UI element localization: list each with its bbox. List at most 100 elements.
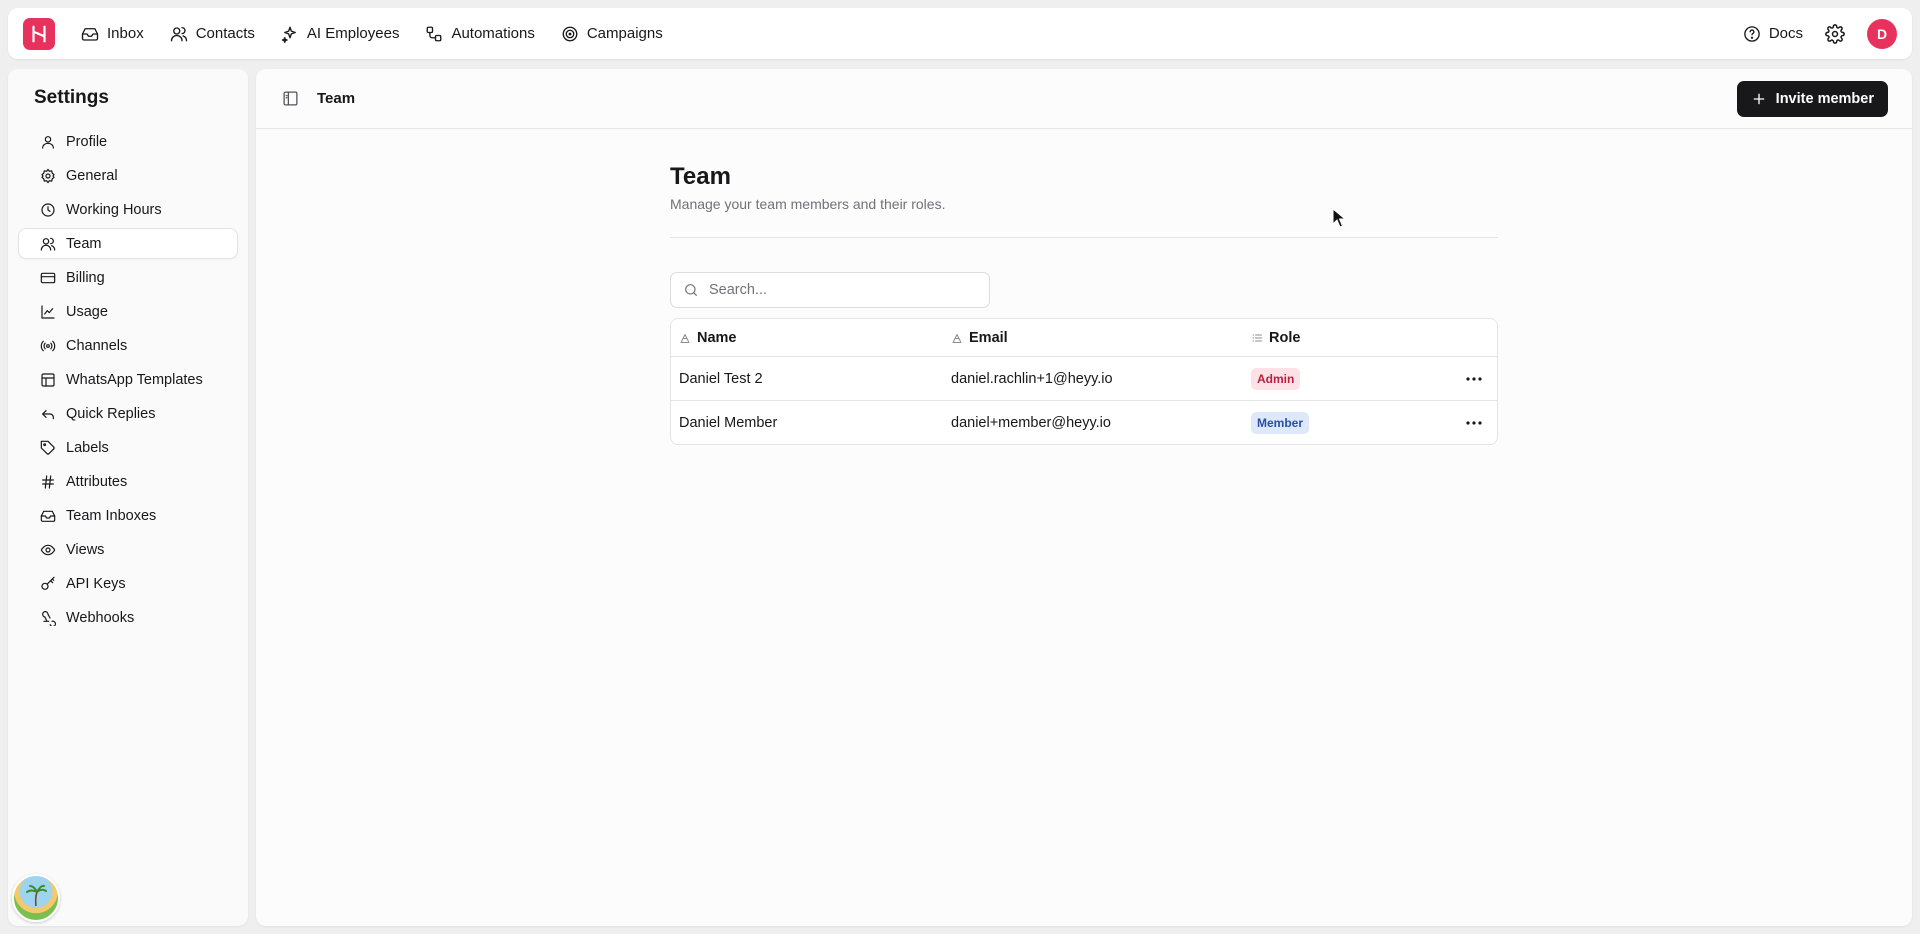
sidebar-item-label: API Keys bbox=[66, 575, 126, 592]
sidebar-item-channels[interactable]: Channels bbox=[18, 330, 238, 361]
main-panel: Team Invite member Team Manage your team… bbox=[256, 69, 1912, 926]
nav-automations-label: Automations bbox=[451, 25, 535, 42]
sidebar-item-whatsapp-templates[interactable]: WhatsApp Templates bbox=[18, 364, 238, 395]
inbox-icon bbox=[81, 27, 99, 41]
member-name: Daniel Member bbox=[679, 414, 778, 431]
sidebar-item-label: WhatsApp Templates bbox=[66, 371, 203, 388]
logo-icon bbox=[32, 25, 46, 42]
sidebar-item-api-keys[interactable]: API Keys bbox=[18, 568, 238, 599]
docs-link[interactable]: Docs bbox=[1743, 25, 1803, 43]
nav-ai-employees[interactable]: AI Employees bbox=[281, 25, 400, 43]
sidebar-item-webhooks[interactable]: Webhooks bbox=[18, 602, 238, 633]
main-nav: Inbox Contacts AI Employees Automations … bbox=[81, 25, 663, 43]
role-badge: Member bbox=[1251, 411, 1310, 434]
nav-campaigns[interactable]: Campaigns bbox=[561, 25, 663, 43]
plus-icon bbox=[1753, 93, 1765, 104]
key-icon bbox=[41, 576, 55, 590]
sidebar-item-label: Quick Replies bbox=[66, 405, 156, 422]
app-logo[interactable] bbox=[23, 17, 55, 50]
sparkles-icon bbox=[281, 26, 296, 43]
help-circle-icon bbox=[1744, 25, 1760, 42]
column-header-role[interactable]: Role bbox=[1251, 330, 1451, 346]
eye-icon bbox=[40, 544, 56, 555]
users-icon bbox=[40, 237, 56, 251]
sidebar-item-working-hours[interactable]: Working Hours bbox=[18, 194, 238, 225]
tag-icon bbox=[40, 440, 55, 455]
clock-icon bbox=[41, 202, 55, 217]
sidebar-item-label: Working Hours bbox=[66, 201, 162, 218]
sidebar-item-views[interactable]: Views bbox=[18, 534, 238, 565]
workspace-avatar[interactable] bbox=[12, 874, 60, 922]
column-header-email[interactable]: Email bbox=[951, 330, 1251, 346]
breadcrumb: Team bbox=[317, 90, 356, 107]
target-icon bbox=[562, 26, 578, 41]
team-table: Name Email Role Daniel Test 2 daniel.rac… bbox=[670, 318, 1498, 445]
sidebar-item-usage[interactable]: Usage bbox=[18, 296, 238, 327]
template-icon bbox=[41, 372, 55, 387]
more-actions-button[interactable] bbox=[1463, 412, 1485, 434]
nav-inbox-label: Inbox bbox=[107, 25, 144, 42]
sidebar-item-label: Labels bbox=[66, 439, 109, 456]
text-type-icon bbox=[952, 333, 962, 343]
member-name: Daniel Test 2 bbox=[679, 370, 763, 387]
workflow-icon bbox=[427, 26, 442, 41]
top-navbar: Inbox Contacts AI Employees Automations … bbox=[8, 8, 1912, 59]
member-email: daniel.rachlin+1@heyy.io bbox=[951, 370, 1113, 387]
docs-label: Docs bbox=[1768, 25, 1803, 42]
search-box[interactable] bbox=[670, 272, 990, 308]
credit-card-icon bbox=[40, 272, 56, 283]
sidebar-item-profile[interactable]: Profile bbox=[18, 126, 238, 157]
table-header: Name Email Role bbox=[671, 319, 1497, 356]
sidebar-item-team[interactable]: Team bbox=[18, 228, 238, 259]
more-actions-button[interactable] bbox=[1463, 368, 1485, 390]
role-badge: Admin bbox=[1251, 367, 1301, 390]
mouse-cursor-icon bbox=[1332, 208, 1346, 228]
sidebar-item-label: Attributes bbox=[66, 473, 128, 490]
nav-contacts[interactable]: Contacts bbox=[170, 25, 255, 43]
main-header: Team Invite member bbox=[256, 69, 1912, 129]
inbox-icon bbox=[40, 510, 56, 522]
island-icon bbox=[26, 884, 47, 907]
column-role-label: Role bbox=[1269, 329, 1301, 346]
broadcast-icon bbox=[40, 340, 56, 351]
sidebar-item-label: Billing bbox=[66, 269, 105, 286]
table-row[interactable]: Daniel Test 2 daniel.rachlin+1@heyy.io A… bbox=[671, 356, 1497, 400]
sidebar-item-label: Views bbox=[66, 541, 105, 558]
page-title: Team bbox=[670, 163, 731, 190]
gear-icon bbox=[41, 168, 55, 183]
invite-member-button[interactable]: Invite member bbox=[1736, 80, 1888, 117]
users-icon bbox=[170, 26, 187, 41]
gear-icon[interactable] bbox=[1825, 23, 1845, 44]
sidebar-toggle-icon[interactable] bbox=[282, 90, 299, 107]
column-name-label: Name bbox=[697, 329, 737, 346]
hash-icon bbox=[42, 474, 54, 489]
member-role-cell: Admin bbox=[1251, 367, 1451, 390]
nav-contacts-label: Contacts bbox=[195, 25, 255, 42]
sidebar-item-labels[interactable]: Labels bbox=[18, 432, 238, 463]
user-avatar[interactable]: D bbox=[1867, 18, 1897, 49]
column-email-label: Email bbox=[969, 329, 1008, 346]
sidebar-item-label: Webhooks bbox=[66, 609, 135, 626]
sidebar-item-label: Profile bbox=[66, 133, 108, 150]
sidebar-item-label: Usage bbox=[66, 303, 108, 320]
nav-automations[interactable]: Automations bbox=[425, 25, 535, 43]
sidebar-item-attributes[interactable]: Attributes bbox=[18, 466, 238, 497]
user-icon bbox=[42, 135, 54, 149]
column-header-name[interactable]: Name bbox=[671, 330, 951, 346]
sidebar-item-general[interactable]: General bbox=[18, 160, 238, 191]
sidebar-item-label: Team bbox=[66, 235, 102, 252]
nav-inbox[interactable]: Inbox bbox=[81, 25, 144, 43]
invite-member-label: Invite member bbox=[1775, 90, 1874, 107]
search-icon bbox=[685, 284, 697, 296]
sidebar-item-billing[interactable]: Billing bbox=[18, 262, 238, 293]
sidebar-item-label: Team Inboxes bbox=[66, 507, 157, 524]
search-input[interactable] bbox=[709, 282, 969, 298]
sidebar-item-quick-replies[interactable]: Quick Replies bbox=[18, 398, 238, 429]
top-right-actions: Docs D bbox=[1743, 18, 1897, 49]
team-content: Team Manage your team members and their … bbox=[670, 163, 1498, 445]
sidebar-item-team-inboxes[interactable]: Team Inboxes bbox=[18, 500, 238, 531]
text-type-icon bbox=[680, 333, 690, 343]
table-row[interactable]: Daniel Member daniel+member@heyy.io Memb… bbox=[671, 400, 1497, 444]
sidebar-title: Settings bbox=[34, 87, 109, 108]
nav-ai-employees-label: AI Employees bbox=[306, 25, 400, 42]
